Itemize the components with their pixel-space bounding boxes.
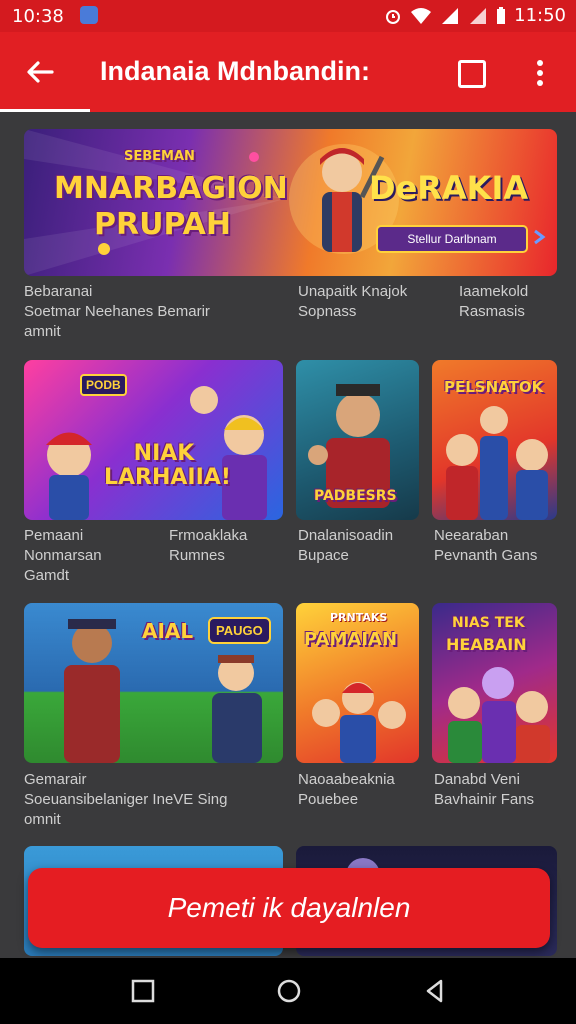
alarm-icon: [386, 9, 401, 24]
game-card-1[interactable]: PODB NIAK LARHAIIA!: [24, 360, 283, 520]
signal-icon: [442, 7, 459, 24]
status-clock: 11:50: [514, 5, 566, 26]
game-card-5[interactable]: PRNTAKS PAMAIAN: [296, 603, 419, 763]
game-card-6-tag: NIAS TEK: [452, 615, 525, 631]
banner-button-label: Stellur Darlbnam: [407, 232, 497, 246]
game-card-1-meta: Pemaani Nonmarsan Gamdt: [24, 527, 102, 584]
game-card-6-meta: Danabd Veni Bavhainir Fans: [434, 771, 535, 808]
game-card-2-title: PADBESRS: [314, 488, 397, 504]
banner-right-title: DeRAKIA: [369, 169, 529, 207]
back-arrow-icon[interactable]: [24, 56, 56, 88]
recents-icon[interactable]: [130, 978, 156, 1004]
banner-button[interactable]: Stellur Darlbnam: [376, 225, 528, 253]
primary-cta-button[interactable]: Pemeti ik dayalnlen: [28, 868, 550, 948]
game-card-5-title: PAMAIAN: [304, 629, 398, 650]
banner-tagline: SEBEMAN: [124, 149, 195, 164]
banner-headline-2: PRUPAH: [94, 207, 232, 242]
signal-2-icon: [470, 7, 487, 24]
game-card-3[interactable]: PELSNATOK: [432, 360, 557, 520]
game-card-4-title: AIAL: [142, 619, 194, 643]
status-time: 10:38: [12, 6, 64, 27]
game-card-4-meta: Gemarair Soeuansibelaniger IneVE Sing om…: [24, 771, 228, 828]
battery-icon: [497, 6, 506, 24]
wifi-icon: [411, 7, 432, 24]
featured-banner[interactable]: SEBEMAN MNARBAGION PRUPAH DeRAKIA Stellu…: [24, 129, 557, 276]
home-icon[interactable]: [276, 978, 302, 1004]
app-notification-icon: [80, 6, 98, 24]
game-card-1-badge: PODB: [80, 374, 127, 396]
more-options-icon[interactable]: [530, 58, 550, 88]
banner-meta-3: Iaamekold Rasmasis: [459, 283, 529, 320]
chevron-right-icon: [534, 229, 546, 245]
game-card-1-characters: [46, 386, 267, 520]
game-card-1-meta-2: Frmoaklaka Rumnes: [169, 527, 248, 564]
game-card-5-meta: Naoaabeaknia Pouebee: [298, 771, 395, 808]
game-card-3-meta: Neearaban Pevnanth Gans: [434, 527, 538, 564]
back-nav-icon[interactable]: [422, 978, 448, 1004]
page-title: Indanaia Mdnbandin:: [100, 56, 370, 86]
game-card-2[interactable]: PADBESRS: [296, 360, 419, 520]
game-card-4-badge: PAUGO: [208, 617, 271, 644]
banner-headline-1: MNARBAGION: [54, 171, 288, 206]
game-card-5-characters: [312, 682, 406, 763]
banner-meta-2: Unapaitk Knajok Sopnass: [298, 283, 408, 320]
game-card-6[interactable]: NIAS TEK HEABAIN: [432, 603, 557, 763]
game-card-3-title: PELSNATOK: [444, 378, 544, 396]
window-toggle-icon[interactable]: [458, 60, 486, 88]
cta-label: Pemeti ik dayalnlen: [167, 892, 411, 923]
app-bar: Indanaia Mdnbandin:: [0, 32, 576, 112]
game-card-5-tag: PRNTAKS: [330, 611, 388, 624]
status-bar: 10:38 11:50: [0, 0, 576, 32]
system-nav-bar: [0, 958, 576, 1024]
game-card-2-meta: Dnalanisoadin Bupace: [298, 527, 394, 564]
tab-indicator: [0, 109, 90, 112]
banner-meta-1: Bebaranai Soetmar Neehanes Bemarir amnit: [24, 283, 210, 340]
game-card-4[interactable]: AIAL PAUGO: [24, 603, 283, 763]
game-card-6-title: HEABAIN: [446, 635, 527, 654]
game-card-1-title: NIAK LARHAIIA!: [104, 441, 231, 490]
